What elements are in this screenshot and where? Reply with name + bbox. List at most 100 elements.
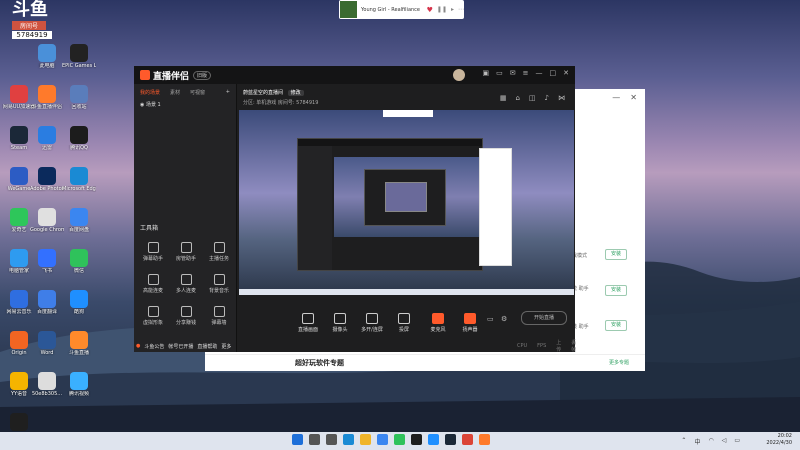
music-widget[interactable]: Young Girl - Realfiliance ♥ ❚❚ ▸ ⋯	[339, 0, 464, 19]
tab-windows[interactable]: 可视窗	[190, 89, 205, 96]
heart-icon[interactable]: ♥	[427, 6, 433, 14]
desktop-icon[interactable]: 飞书	[30, 249, 64, 274]
live-status: 帐号已开播	[168, 344, 194, 350]
gift-icon[interactable]: ▣	[483, 69, 490, 77]
screen-icon[interactable]: ▭	[496, 69, 503, 77]
gear-icon[interactable]: ⚙	[501, 315, 507, 323]
toolbox-item[interactable]: 主播任务	[204, 242, 234, 262]
toolbox-item[interactable]: 房管助手	[171, 242, 201, 262]
chrome-icon[interactable]	[462, 434, 473, 445]
task-view-icon[interactable]	[326, 434, 337, 445]
desktop-icon[interactable]: 酷狗	[62, 290, 96, 315]
windows-start-icon[interactable]	[292, 434, 303, 445]
desktop-icon[interactable]: Microsoft Edge	[62, 167, 96, 192]
desktop-icon[interactable]: EPIC Games Launcher	[62, 44, 96, 69]
next-icon[interactable]: ▸	[451, 6, 454, 13]
cast-button[interactable]: 投屏	[389, 313, 419, 333]
toolbox-item[interactable]: 弹幕墙	[204, 306, 234, 326]
layout-icon[interactable]: ▦	[500, 94, 507, 102]
desktop-icon[interactable]: 微信	[62, 249, 96, 274]
notice-text[interactable]: 斗鱼公告	[144, 343, 164, 350]
nested-white-window	[479, 148, 512, 266]
microphone-button[interactable]: 麦克风	[423, 313, 453, 333]
start-live-button[interactable]: 开始直播	[521, 311, 567, 325]
douyu-icon[interactable]	[394, 434, 405, 445]
tab-materials[interactable]: 素材	[170, 89, 180, 96]
tab-scenes[interactable]: 我的场景	[140, 89, 160, 96]
maximize-icon[interactable]: □	[550, 69, 557, 77]
toolbox-item[interactable]: 虚拟形象	[138, 306, 168, 326]
taskbar-apps	[292, 434, 490, 445]
share-icon[interactable]: ⋈	[558, 94, 565, 102]
store-icon[interactable]	[377, 434, 388, 445]
desktop-icon[interactable]: 斗鱼直播伴侣	[30, 85, 64, 110]
explorer-icon[interactable]	[360, 434, 371, 445]
camera-button[interactable]: 摄像头	[325, 313, 355, 333]
app-main: 蔚蓝星空的直播间 修改 分区: 单机游戏 房间号: 5784919 ▦ ⌂ ◫ …	[237, 84, 577, 353]
wifi-icon[interactable]: ◠	[708, 437, 713, 446]
install-button[interactable]: 安装	[605, 320, 627, 331]
desktop-icon[interactable]: 回收站	[62, 85, 96, 110]
toolbox-item[interactable]: 弹幕助手	[138, 242, 168, 262]
desktop-icon[interactable]: 斗鱼直播	[62, 331, 96, 356]
notion-icon[interactable]	[411, 434, 422, 445]
toolbox-item[interactable]: 背景音乐	[204, 274, 234, 294]
chevron-up-icon[interactable]: ⌃	[681, 437, 686, 446]
pause-icon[interactable]: ❚❚	[437, 6, 447, 13]
scene-item[interactable]: ◉ 场景 1	[134, 99, 236, 110]
install-button[interactable]: 安装	[605, 249, 627, 260]
avatar[interactable]	[453, 69, 465, 81]
desktop-icon-label: 百度网盘	[68, 227, 89, 233]
add-scene-icon[interactable]: +	[226, 89, 230, 96]
record-icon[interactable]: ▭	[487, 315, 494, 323]
kugou-icon[interactable]	[428, 434, 439, 445]
version-badge[interactable]: 旧版	[193, 70, 212, 80]
desktop-icon[interactable]: 腾讯视频	[62, 372, 96, 397]
settings-icon[interactable]: ≡	[523, 69, 529, 77]
desktop-icon[interactable]: Word	[30, 331, 64, 356]
scene-button[interactable]: 直播画面	[293, 313, 323, 333]
toolbox-item[interactable]: 高能连麦	[138, 274, 168, 294]
desktop-icon[interactable]: 腾讯QQ	[62, 126, 96, 151]
steam-icon[interactable]	[445, 434, 456, 445]
more-link[interactable]: 更多	[221, 343, 231, 350]
ime-indicator[interactable]: 中	[694, 437, 700, 446]
search-icon[interactable]	[309, 434, 320, 445]
clock[interactable]: 20:02 2022/4/30	[766, 433, 792, 447]
close-icon[interactable]: ✕	[630, 93, 637, 102]
help-link[interactable]: 直播帮助	[197, 343, 217, 350]
multi-window-button[interactable]: 多开/连屏	[357, 313, 387, 333]
desktop-icon[interactable]: 百度网盘	[62, 208, 96, 233]
volume-icon[interactable]: ◁	[722, 437, 727, 446]
desktop-icon[interactable]: 此电脑	[30, 44, 64, 69]
more-topics-link[interactable]: 更多专题	[609, 359, 629, 366]
toolbox-item[interactable]: 分享赚钱	[171, 306, 201, 326]
stream-preview[interactable]	[239, 110, 574, 295]
desktop-icon[interactable]: 百度翻译	[30, 290, 64, 315]
sidebar-status: ● 斗鱼公告 帐号已开播 直播帮助 更多	[136, 343, 231, 350]
desktop-icon[interactable]: Adobe Photoshop	[30, 167, 64, 192]
desktop-icon[interactable]: 50e8b305...	[30, 372, 64, 397]
close-icon[interactable]: ✕	[563, 69, 569, 77]
message-icon[interactable]: ✉	[510, 69, 516, 77]
minimize-icon[interactable]: —	[536, 69, 543, 77]
toolbox-item[interactable]: 多人连麦	[171, 274, 201, 294]
room-header: 蔚蓝星空的直播间 修改 分区: 单机游戏 房间号: 5784919 ▦ ⌂ ◫ …	[237, 84, 575, 110]
douyu-live-icon[interactable]	[479, 434, 490, 445]
speaker-button[interactable]: 扬声器	[455, 313, 485, 333]
minimize-icon[interactable]: —	[612, 93, 620, 102]
battery-icon[interactable]: ▭	[734, 437, 740, 446]
lock-icon[interactable]: ⌂	[515, 94, 519, 102]
edge-icon[interactable]	[343, 434, 354, 445]
drop-stat: 丢帧	[571, 340, 577, 353]
install-button[interactable]: 安装	[605, 285, 627, 296]
more-icon[interactable]: ⋯	[458, 6, 464, 13]
clock-time: 20:02	[777, 433, 792, 439]
nested-app-window	[297, 138, 483, 271]
eye-icon[interactable]: ◉	[140, 102, 144, 108]
desktop-icon[interactable]: 迅雷	[30, 126, 64, 151]
bell-icon[interactable]: ♪	[545, 94, 549, 102]
record-icon[interactable]: ◫	[529, 94, 536, 102]
edit-room-button[interactable]: 修改	[287, 90, 304, 96]
desktop-icon[interactable]: Google Chrome	[30, 208, 64, 233]
